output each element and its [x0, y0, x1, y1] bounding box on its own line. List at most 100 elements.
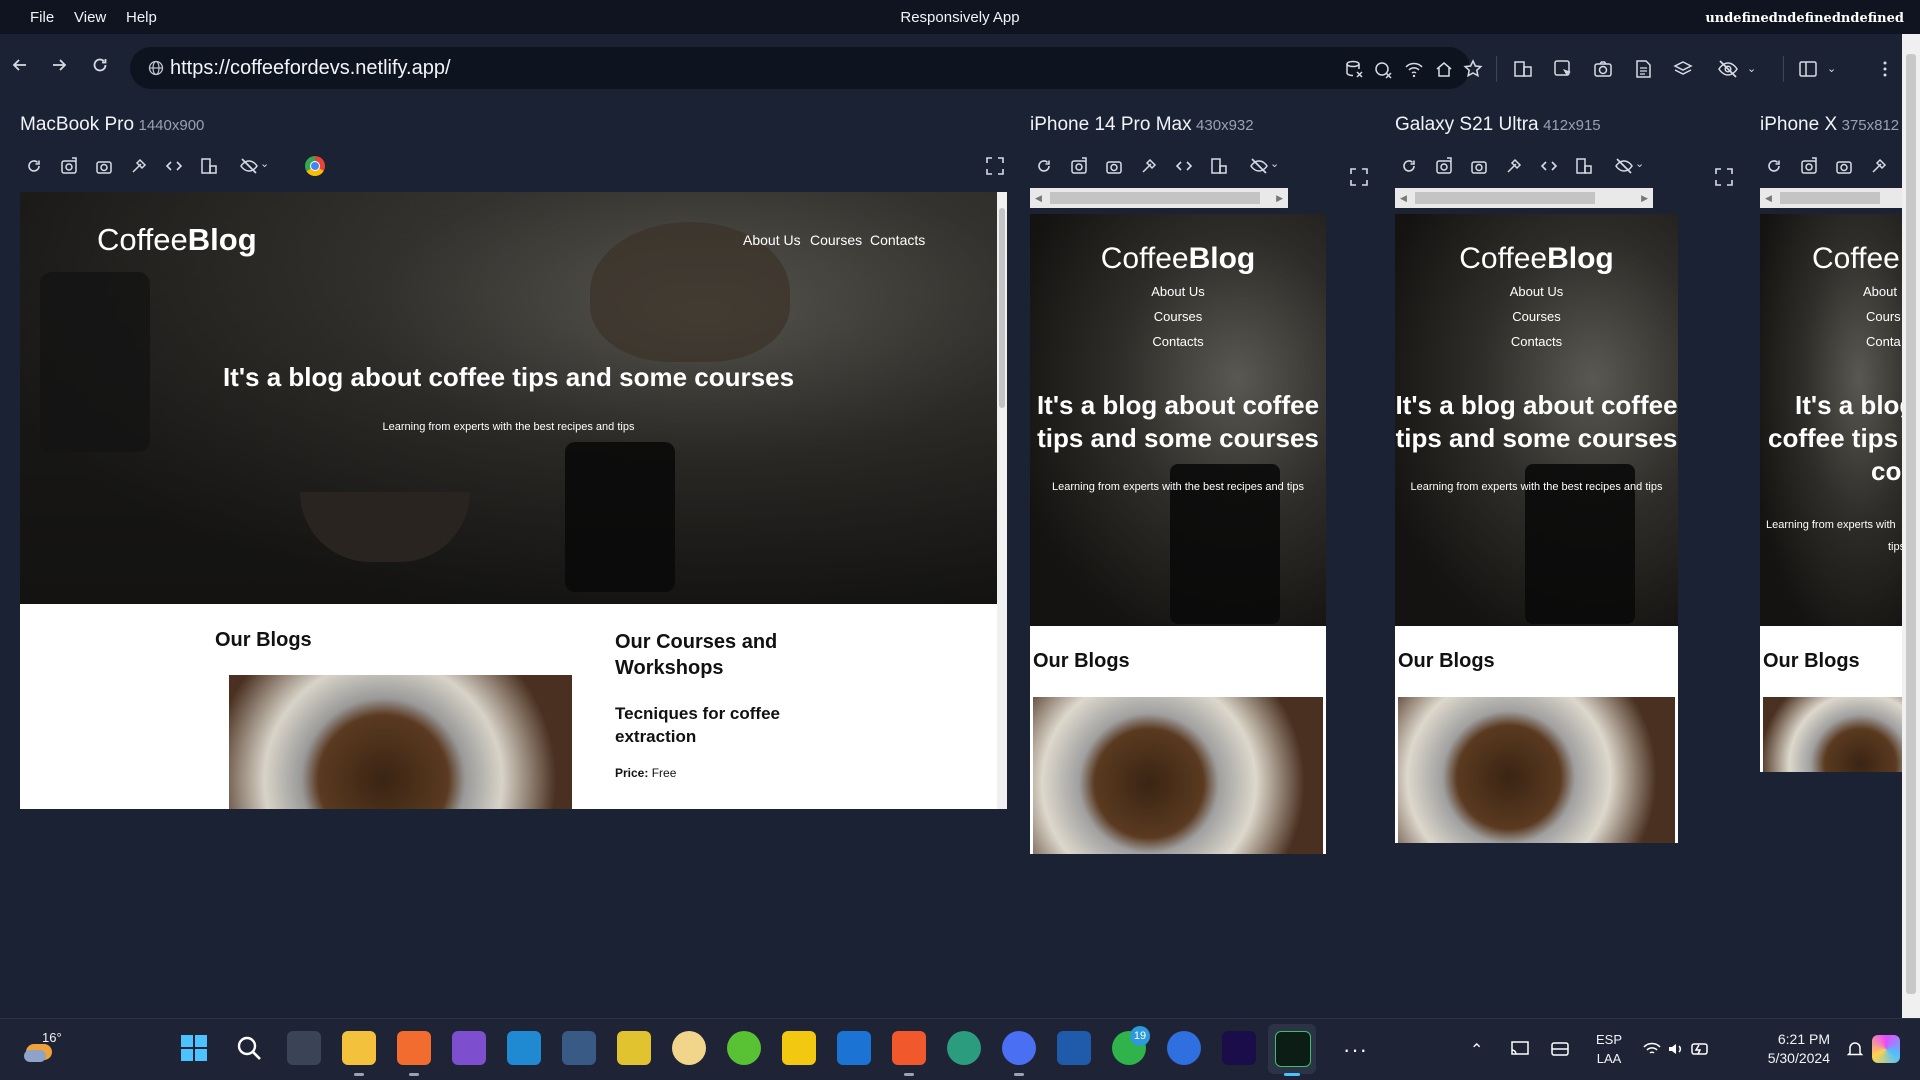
reload-button[interactable] [86, 55, 114, 83]
battery-charging-icon[interactable] [1690, 1040, 1712, 1058]
clear-storage-icon[interactable] [1343, 58, 1365, 80]
nav-link-about[interactable]: About Us [1030, 284, 1326, 299]
sticky-app[interactable] [617, 1031, 651, 1065]
camera-icon[interactable] [94, 156, 114, 176]
nav-link-contacts[interactable]: Contacts [1395, 334, 1678, 349]
eyedropper-icon[interactable] [1504, 156, 1524, 176]
screenshot-icon[interactable] [1592, 58, 1614, 80]
notification-bell-icon[interactable] [1846, 1040, 1864, 1058]
chevron-down-icon[interactable]: ⌄ [260, 157, 269, 170]
viewport-macbook[interactable]: CoffeeBlog About Us Courses Contacts It'… [20, 192, 997, 809]
hide-device-icon[interactable] [1249, 156, 1269, 176]
fullscreen-icon[interactable] [1715, 168, 1733, 186]
cast-icon[interactable] [1510, 1040, 1530, 1058]
nav-link-about[interactable]: About Us [743, 232, 801, 248]
chevron-up-icon[interactable]: ⌃ [1470, 1040, 1483, 1060]
site-logo[interactable]: Coffee [1812, 242, 1900, 276]
copilot-icon[interactable] [1872, 1035, 1900, 1063]
chevron-down-icon[interactable]: ⌄ [1635, 157, 1644, 170]
device-rotate-icon[interactable] [1574, 156, 1594, 176]
nav-link-contacts[interactable]: Contacts [870, 232, 925, 248]
layout-icon[interactable] [1797, 58, 1819, 80]
network-icon[interactable] [1403, 58, 1425, 80]
forward-button[interactable] [45, 55, 73, 83]
layers-icon[interactable] [1672, 58, 1694, 80]
language-indicator[interactable]: ESP LAA [1596, 1030, 1622, 1068]
eyedropper-icon[interactable] [1139, 156, 1159, 176]
nav-link-contacts[interactable]: Contacts [1030, 334, 1326, 349]
wifi-icon[interactable] [1642, 1040, 1662, 1058]
document-icon[interactable] [1632, 58, 1654, 80]
code-icon[interactable] [1174, 156, 1194, 176]
device-rotate-icon[interactable] [199, 156, 219, 176]
back-button[interactable] [6, 55, 34, 83]
word-app[interactable] [1057, 1031, 1091, 1065]
responsively-app[interactable] [1275, 1031, 1311, 1067]
xampp-app[interactable] [397, 1031, 431, 1065]
more-apps-icon[interactable]: ··· [1343, 1037, 1368, 1063]
viewport-galaxy[interactable]: CoffeeBlog About Us Courses Contacts It'… [1395, 214, 1678, 843]
camera-icon[interactable] [1834, 156, 1854, 176]
edge-app[interactable] [947, 1031, 981, 1065]
brave-browser-app[interactable] [892, 1031, 926, 1065]
rotate-screenshot-icon[interactable] [1799, 156, 1819, 176]
viewport-iphone14[interactable]: CoffeeBlog About Us Courses Contacts It'… [1030, 214, 1326, 854]
site-logo[interactable]: CoffeeBlog [1030, 242, 1326, 276]
reload-icon[interactable] [24, 156, 44, 176]
eyedropper-icon[interactable] [1869, 156, 1889, 176]
rotate-screenshot-icon[interactable] [59, 156, 79, 176]
viewport-iphonex[interactable]: Coffee About Cours Conta It's a blogcoff… [1760, 214, 1902, 772]
horizontal-scrollbar[interactable]: ◀ [1760, 188, 1902, 208]
nav-link-courses[interactable]: Courses [810, 232, 862, 248]
camera-icon[interactable] [1469, 156, 1489, 176]
horizontal-scrollbar[interactable]: ◀ ▶ [1030, 188, 1288, 208]
nav-link-about[interactable]: About [1863, 284, 1897, 299]
hide-icon[interactable] [1717, 58, 1739, 80]
reload-icon[interactable] [1764, 156, 1784, 176]
chevron-down-icon[interactable]: ⌄ [1827, 62, 1836, 75]
nav-link-courses[interactable]: Cours [1866, 309, 1901, 324]
outlook-app[interactable] [837, 1031, 871, 1065]
power-bi-app[interactable] [782, 1031, 816, 1065]
url-text[interactable]: https://coffeefordevs.netlify.app/ [170, 57, 451, 80]
start-menu-button[interactable] [177, 1031, 211, 1065]
vscode-app[interactable] [507, 1031, 541, 1065]
home-icon[interactable] [1433, 58, 1455, 80]
app-store-app[interactable] [1167, 1031, 1201, 1065]
rotate-screenshot-icon[interactable] [1069, 156, 1089, 176]
task-view-app[interactable] [287, 1031, 321, 1065]
nav-link-courses[interactable]: Courses [1395, 309, 1678, 324]
fullscreen-icon[interactable] [986, 157, 1004, 175]
code-icon[interactable] [1539, 156, 1559, 176]
window-scrollbar[interactable] [1902, 34, 1920, 1018]
visual-studio-app[interactable] [452, 1031, 486, 1065]
site-logo[interactable]: CoffeeBlog [97, 222, 257, 258]
more-icon[interactable] [1874, 58, 1896, 80]
fullscreen-icon[interactable] [1350, 168, 1368, 186]
file-explorer-app[interactable] [342, 1031, 376, 1065]
chevron-down-icon[interactable]: ⌄ [1747, 62, 1756, 75]
hide-device-icon[interactable] [1614, 156, 1634, 176]
volume-icon[interactable] [1666, 1040, 1686, 1058]
inspect-icon[interactable] [1552, 58, 1574, 80]
hide-device-icon[interactable] [239, 156, 259, 176]
eyedropper-icon[interactable] [129, 156, 149, 176]
nav-link-courses[interactable]: Courses [1030, 309, 1326, 324]
battery-icon[interactable] [1550, 1040, 1570, 1058]
emoji-app[interactable] [672, 1031, 706, 1065]
chevron-down-icon[interactable]: ⌄ [1270, 157, 1279, 170]
nav-link-about[interactable]: About Us [1395, 284, 1678, 299]
premiere-pro-app[interactable] [1222, 1031, 1256, 1065]
camera-icon[interactable] [1104, 156, 1124, 176]
code-icon[interactable] [164, 156, 184, 176]
site-logo[interactable]: CoffeeBlog [1395, 242, 1678, 276]
search-button[interactable] [232, 1031, 266, 1065]
clock[interactable]: 6:21 PM 5/30/2024 [1748, 1030, 1830, 1068]
devtools-layout-icon[interactable] [1512, 58, 1534, 80]
horizontal-scrollbar[interactable]: ◀ ▶ [1395, 188, 1653, 208]
nav-link-contacts[interactable]: Conta [1866, 334, 1901, 349]
firefox-app[interactable] [1002, 1031, 1036, 1065]
duolingo-app[interactable] [727, 1031, 761, 1065]
chrome-icon[interactable] [305, 156, 325, 176]
rotate-screenshot-icon[interactable] [1434, 156, 1454, 176]
